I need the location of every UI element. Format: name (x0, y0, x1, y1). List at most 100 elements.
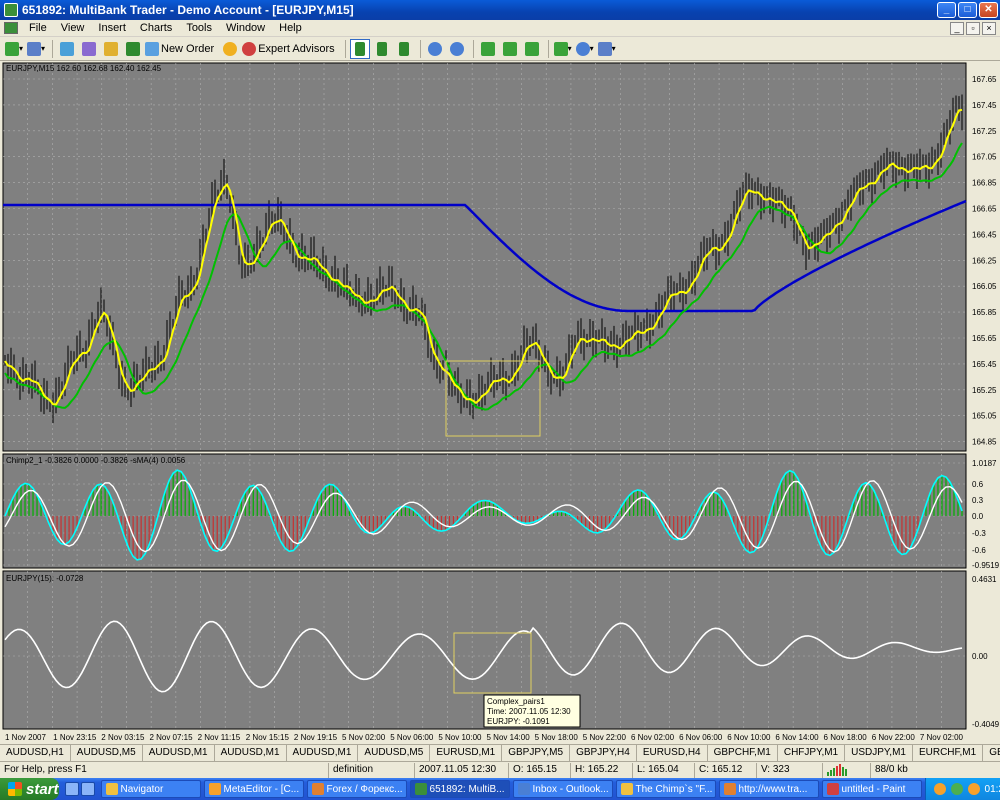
bar-chart-button[interactable] (349, 38, 370, 59)
toolbar-separator (419, 39, 421, 58)
symbol-tab[interactable]: CHFJPY,M1 (778, 745, 846, 761)
symbol-tab[interactable]: AUDUSD,H1 (0, 745, 71, 761)
document-icon[interactable] (4, 22, 18, 34)
status-profile[interactable]: definition (328, 762, 414, 778)
time-label: 5 Nov 02:00 (342, 733, 386, 742)
chimp-scale-label: -0.9519 (972, 561, 1000, 570)
taskbar-button[interactable]: Navigator (100, 780, 201, 798)
symbol-tab[interactable]: AUDUSD,M5 (358, 745, 431, 761)
time-label: 1 Nov 2007 (5, 733, 46, 742)
price-label: 167.05 (972, 153, 997, 162)
taskbar-button-label: Navigator (120, 783, 164, 795)
metaeditor-button[interactable] (220, 39, 240, 59)
taskbar-button-label: 651892: MultiB... (429, 783, 505, 795)
menu-insert[interactable]: Insert (91, 22, 133, 34)
chart-shift-button[interactable] (500, 39, 520, 59)
autoscroll-icon (524, 41, 539, 56)
new-order-button[interactable]: New Order (145, 39, 218, 59)
price-label: 165.85 (972, 308, 997, 317)
time-label: 5 Nov 06:00 (390, 733, 434, 742)
tray-icon[interactable] (933, 783, 946, 795)
symbol-tab[interactable]: GBPJPY,H4 (570, 745, 637, 761)
templates-button[interactable]: ▾ (597, 39, 617, 59)
status-help: For Help, press F1 (4, 763, 87, 775)
autoscroll-button[interactable] (522, 39, 542, 59)
data-window-button[interactable] (79, 39, 99, 59)
tray-icon[interactable] (950, 783, 963, 795)
navigator-button[interactable] (101, 39, 121, 59)
price-scale: 167.65 167.45 167.25 167.05 166.85 166.65 166.… (972, 75, 997, 447)
maximize-button[interactable]: □ (958, 2, 977, 18)
minimize-button[interactable]: _ (937, 2, 956, 18)
chimp-scale-label: -0.6 (972, 546, 986, 555)
mdi-minimize-button[interactable]: _ (950, 21, 964, 35)
market-watch-button[interactable] (57, 39, 77, 59)
taskbar-button[interactable]: Inbox - Outlook... (512, 780, 613, 798)
symbol-tab[interactable]: EURCHF,M1 (913, 745, 984, 761)
periods-button[interactable]: ▾ (575, 39, 595, 59)
menu-charts[interactable]: Charts (133, 22, 179, 34)
status-traffic: 88/0 kb (870, 762, 1000, 778)
symbol-tab[interactable]: EURUSD,M1 (430, 745, 503, 761)
tile-windows-button[interactable] (478, 39, 498, 59)
taskbar-button[interactable]: Forex / Форекс... (306, 780, 407, 798)
taskbar-button[interactable]: The Chimp`s "F... (615, 780, 716, 798)
title-bar[interactable]: 651892: MultiBank Trader - Demo Account … (0, 0, 1000, 20)
taskbar-button[interactable]: MetaEditor - [C... (203, 780, 304, 798)
menu-tools[interactable]: Tools (179, 22, 219, 34)
menu-bar: File View Insert Charts Tools Window Hel… (0, 20, 1000, 37)
pairs-scale: 0.4631 0.00 -0.4049 (972, 575, 1000, 729)
tray-icon[interactable] (967, 783, 980, 795)
profiles-button[interactable]: ▾ (26, 39, 46, 59)
symbol-tab[interactable]: GBPCHF,M1 (708, 745, 778, 761)
candlestick-icon (376, 41, 387, 56)
symbol-tab[interactable]: AUDUSD,M1 (287, 745, 359, 761)
taskbar-button[interactable]: untitled - Paint (821, 780, 922, 798)
status-open: O: 165.15 (508, 762, 570, 778)
expert-advisors-button[interactable]: Expert Advisors (242, 39, 338, 59)
time-label: 2 Nov 07:15 (149, 733, 193, 742)
quick-launch-icon[interactable] (80, 782, 95, 796)
chimp-scale-label: 1.0187 (972, 459, 997, 468)
market-watch-icon (60, 41, 74, 56)
indicators-button[interactable]: ▾ (553, 39, 573, 59)
price-label: 167.25 (972, 127, 997, 136)
symbol-tab[interactable]: GBPUSD,M1 (983, 745, 1000, 761)
terminal-button[interactable] (123, 39, 143, 59)
new-chart-button[interactable]: ▾ (4, 39, 24, 59)
taskbar-button[interactable]: http://www.tra... (718, 780, 819, 798)
menu-file[interactable]: File (22, 22, 54, 34)
zoom-out-button[interactable] (447, 39, 467, 59)
start-button[interactable]: start (0, 778, 59, 800)
mdi-close-button[interactable]: × (982, 21, 996, 35)
price-label: 167.65 (972, 75, 997, 84)
quick-launch-icon[interactable] (64, 782, 79, 796)
candlestick-button[interactable] (372, 39, 392, 59)
time-label: 5 Nov 18:00 (535, 733, 579, 742)
clock: 01:29 (984, 783, 1000, 795)
symbol-tab[interactable]: AUDUSD,M1 (143, 745, 215, 761)
symbol-tab[interactable]: EURUSD,H4 (637, 745, 708, 761)
menu-view[interactable]: View (54, 22, 92, 34)
zoom-in-button[interactable] (425, 39, 445, 59)
menu-window[interactable]: Window (219, 22, 272, 34)
chart-canvas[interactable]: EURJPY,M15 162.60 162.68 162.40 162.45 1… (0, 61, 1000, 743)
time-label: 5 Nov 14:00 (487, 733, 531, 742)
indicators-icon (553, 41, 568, 56)
symbol-tab[interactable]: AUDUSD,M1 (215, 745, 287, 761)
price-label: 166.45 (972, 230, 997, 239)
mdi-restore-button[interactable]: ▫ (966, 21, 980, 35)
taskbar-button[interactable]: 651892: MultiB... (409, 780, 510, 798)
time-label: 6 Nov 14:00 (775, 733, 819, 742)
expert-advisors-label: Expert Advisors (258, 42, 335, 55)
connection-bars-icon (822, 762, 870, 778)
line-chart-button[interactable] (394, 39, 414, 59)
close-button[interactable]: ✕ (979, 2, 998, 18)
symbol-tab[interactable]: GBPJPY,M5 (502, 745, 571, 761)
app-icon (723, 783, 736, 795)
app-icon (517, 783, 530, 795)
symbol-tab[interactable]: USDJPY,M1 (845, 745, 913, 761)
symbol-tab[interactable]: AUDUSD,M5 (71, 745, 143, 761)
chimp-scale-label: 0.6 (972, 480, 984, 489)
menu-help[interactable]: Help (272, 22, 309, 34)
